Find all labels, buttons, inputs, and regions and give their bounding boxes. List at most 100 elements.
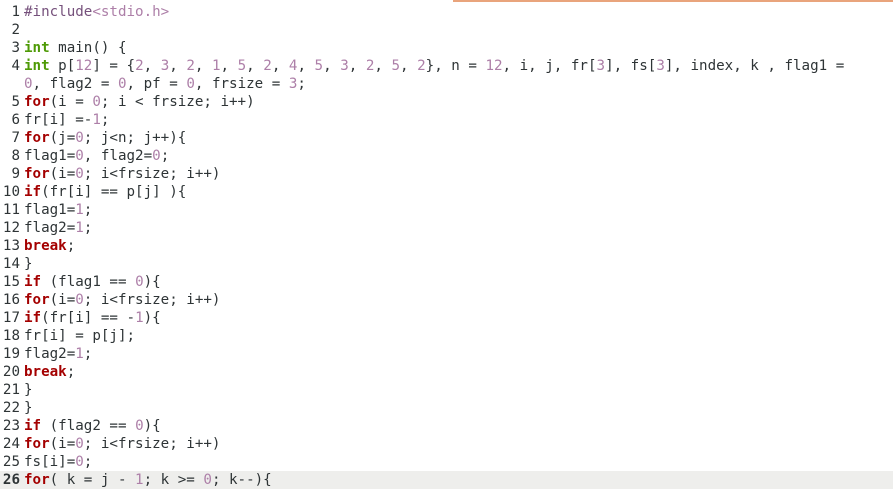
code-line[interactable]: 12 flag2=1; xyxy=(0,219,893,237)
code-text: for( k = j - 1; k >= 0; k--){ xyxy=(20,471,272,489)
code-line[interactable]: 7 for(j=0; j<n; j++){ xyxy=(0,129,893,147)
code-token: int xyxy=(24,58,50,74)
code-text: if (flag2 == 0){ xyxy=(20,417,161,435)
code-line[interactable]: 10 if(fr[i] == p[j] ){ xyxy=(0,183,893,201)
code-token: ], index, k , flag1 = xyxy=(664,58,845,74)
line-number: 7 xyxy=(11,130,20,146)
code-line[interactable]: 18 fr[i] = p[j]; xyxy=(0,327,893,345)
code-token: 0 xyxy=(92,94,101,110)
code-token: 0 xyxy=(152,148,161,164)
code-token: , xyxy=(323,58,341,74)
line-number: 13 xyxy=(2,238,20,254)
code-line[interactable]: 24 for(i=0; i<frsize; i++) xyxy=(0,435,893,453)
code-token: ; xyxy=(66,364,76,380)
code-token: fr[i] =- xyxy=(24,112,93,128)
code-text: fs[i]=0; xyxy=(20,453,92,471)
code-token: 0 xyxy=(75,436,84,452)
code-line[interactable]: 1 #include<stdio.h> xyxy=(0,3,893,21)
code-token: (flag1 == xyxy=(41,274,136,290)
code-token: 1 xyxy=(211,58,221,74)
code-token: for xyxy=(24,94,50,110)
code-token: , xyxy=(400,58,418,74)
code-line[interactable]: 6 fr[i] =-1; xyxy=(0,111,893,129)
code-token: 5 xyxy=(314,58,324,74)
code-text: 0, flag2 = 0, pf = 0, frsize = 3; xyxy=(20,75,306,93)
line-number: 24 xyxy=(2,436,20,452)
code-line[interactable]: 23 if (flag2 == 0){ xyxy=(0,417,893,435)
code-token: , pf = xyxy=(126,76,187,92)
code-token: 0 xyxy=(135,274,144,290)
code-token: flag1= xyxy=(24,148,76,164)
line-number: 4 xyxy=(11,58,20,74)
code-token: flag1= xyxy=(24,202,76,218)
code-token: } xyxy=(24,382,33,398)
code-token: (i = xyxy=(49,94,93,110)
code-line[interactable]: 25 fs[i]=0; xyxy=(0,453,893,471)
code-line[interactable]: 9 for(i=0; i<frsize; i++) xyxy=(0,165,893,183)
code-token: if xyxy=(24,310,42,326)
code-line[interactable]: 5 for(i = 0; i < frsize; i++) xyxy=(0,93,893,111)
code-editor[interactable]: 1 #include<stdio.h> 2 3 int main() {4 int p[1… xyxy=(0,3,893,489)
code-token: , flag2 = xyxy=(32,76,118,92)
code-token: 0 xyxy=(75,454,84,470)
code-token: , xyxy=(374,58,392,74)
code-token: 0 xyxy=(135,418,144,434)
code-line-wrapped[interactable]: 0, flag2 = 0, pf = 0, frsize = 3; xyxy=(0,75,893,93)
code-token: int xyxy=(24,40,50,56)
code-token: for xyxy=(24,436,50,452)
line-number: 10 xyxy=(2,184,20,200)
line-number: 1 xyxy=(11,4,20,20)
code-token: 5 xyxy=(237,58,247,74)
code-text: fr[i] =-1; xyxy=(20,111,109,129)
line-number: 23 xyxy=(2,418,20,434)
code-line[interactable]: 4 int p[12] = {2, 3, 2, 1, 5, 2, 4, 5, 3,… xyxy=(0,57,893,75)
code-token: for xyxy=(24,130,50,146)
code-token: 2 xyxy=(186,58,195,74)
code-token: , xyxy=(297,58,315,74)
code-line[interactable]: 22} xyxy=(0,399,893,417)
code-line[interactable]: 2 xyxy=(0,21,893,39)
code-text: } xyxy=(20,255,33,273)
code-token: ; i<frsize; i++) xyxy=(83,166,221,182)
code-line[interactable]: 11 flag1=1; xyxy=(0,201,893,219)
code-token: 1 xyxy=(75,202,84,218)
code-text: break; xyxy=(20,363,75,381)
code-token: ; xyxy=(83,346,93,362)
code-line[interactable]: 26 for( k = j - 1; k >= 0; k--){ xyxy=(0,471,893,489)
code-token: , frsize = xyxy=(194,76,289,92)
line-number: 19 xyxy=(2,346,20,362)
code-token: (i= xyxy=(49,436,76,452)
code-line[interactable]: 15 if (flag1 == 0){ xyxy=(0,273,893,291)
code-token: fr[i] = p[j]; xyxy=(24,328,136,344)
code-token: (fr[i] == - xyxy=(41,310,136,326)
line-number: 25 xyxy=(2,454,20,470)
code-line[interactable]: 14} xyxy=(0,255,893,273)
code-line[interactable]: 3 int main() { xyxy=(0,39,893,57)
code-line[interactable]: 8 flag1=0, flag2=0; xyxy=(0,147,893,165)
code-token: ; xyxy=(160,148,170,164)
code-token: if xyxy=(24,274,42,290)
code-line[interactable]: 19 flag2=1; xyxy=(0,345,893,363)
line-number: 8 xyxy=(11,148,20,164)
code-token: 1 xyxy=(135,310,144,326)
code-token: ; xyxy=(83,454,93,470)
code-text: flag2=1; xyxy=(20,219,92,237)
code-token: , i, j, fr[ xyxy=(502,58,597,74)
code-line[interactable]: 13 break; xyxy=(0,237,893,255)
code-text: flag2=1; xyxy=(20,345,92,363)
code-line[interactable]: 20 break; xyxy=(0,363,893,381)
code-token: 0 xyxy=(24,76,33,92)
code-token: 3 xyxy=(340,58,349,74)
code-token: 0 xyxy=(117,76,127,92)
code-token: (fr[i] == p[j] ){ xyxy=(41,184,187,200)
code-token: ; xyxy=(83,202,93,218)
code-token: ){ xyxy=(143,310,161,326)
code-token: 12 xyxy=(75,58,93,74)
code-token: if xyxy=(24,184,42,200)
code-line[interactable]: 16 for(i=0; i<frsize; i++) xyxy=(0,291,893,309)
code-token: , xyxy=(348,58,366,74)
code-token: } xyxy=(24,256,33,272)
code-line[interactable]: 21} xyxy=(0,381,893,399)
code-line[interactable]: 17 if(fr[i] == -1){ xyxy=(0,309,893,327)
